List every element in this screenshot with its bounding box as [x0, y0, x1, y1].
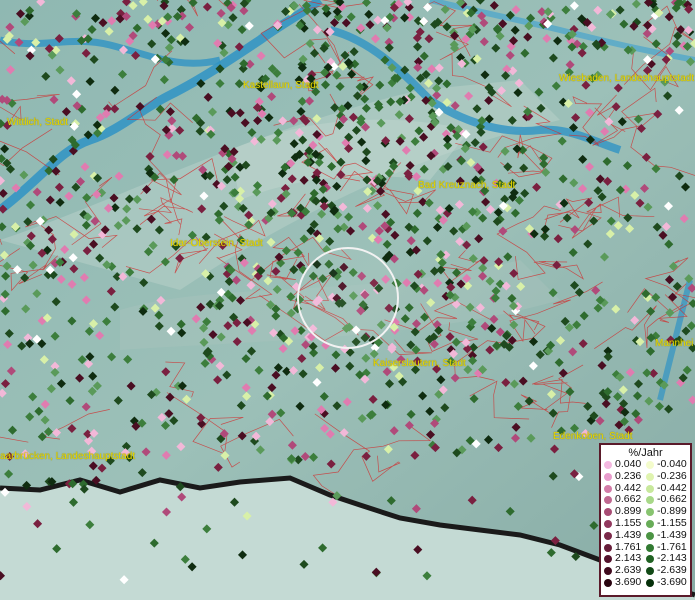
legend-swatch-negative: [646, 578, 654, 587]
legend-value-positive: 0.236: [615, 469, 642, 482]
legend-value-negative: -0.236: [657, 469, 687, 482]
place-label-wiesbaden: Wiesbaden, Landeshauptstadt: [559, 73, 695, 84]
place-label-bad-kreuznach: Bad Kreuznach, Stadt: [418, 180, 516, 191]
legend-rows: 0.040 -0.040 0.236 -0.236 0.442 -0.442 0.662 -0…: [601, 458, 690, 589]
map-canvas[interactable]: [0, 0, 695, 600]
place-label-saarbruecken: aarbrücken, Landeshauptstadt: [0, 451, 136, 462]
place-label-mannheim: Mannhei: [655, 338, 694, 349]
legend-row: 0.236 -0.236: [601, 469, 690, 483]
legend-swatch-positive: [604, 578, 612, 587]
selection-circle[interactable]: [297, 247, 399, 349]
legend-row: 1.155 -1.155: [601, 516, 690, 530]
legend-swatch-negative: [646, 567, 654, 576]
legend-swatch-positive: [604, 461, 612, 469]
place-label-wittlich: Wittlich, Stadt: [7, 117, 69, 128]
legend-swatch-negative: [646, 472, 654, 481]
legend-row: 1.439 -1.439: [601, 528, 690, 542]
legend-swatch-negative: [646, 461, 654, 469]
legend-value-negative: -3.690: [657, 575, 687, 588]
legend-swatch-negative: [646, 531, 654, 540]
legend-swatch-positive: [604, 555, 612, 564]
legend-swatch-positive: [604, 496, 612, 505]
legend-swatch-negative: [646, 543, 654, 552]
legend-swatch-negative: [646, 508, 654, 517]
legend-swatch-negative: [646, 555, 654, 564]
legend-swatch-positive: [604, 508, 612, 517]
legend-swatch-positive: [604, 543, 612, 552]
legend-swatch-positive: [604, 484, 612, 493]
map-legend: %/Jahr 0.040 -0.040 0.236 -0.236 0.442 -0.442…: [599, 443, 692, 597]
legend-value-positive: 1.439: [615, 528, 642, 541]
legend-value-negative: -1.155: [657, 516, 687, 529]
place-label-idar-oberstein: Idar-Oberstein, Stadt: [170, 238, 263, 249]
legend-swatch-positive: [604, 472, 612, 481]
place-label-edenkoben: Edenkoben, Stadt: [553, 431, 633, 442]
legend-swatch-negative: [646, 519, 654, 528]
legend-swatch-negative: [646, 484, 654, 493]
legend-value-positive: 3.690: [615, 575, 642, 588]
place-label-kaiserslautern: Kaiserslautern, Stadt: [373, 358, 466, 369]
place-label-kastellaun: Kastellaun, Stadt: [243, 80, 319, 91]
legend-value-positive: 1.155: [615, 516, 642, 529]
legend-swatch-positive: [604, 567, 612, 576]
legend-swatch-positive: [604, 531, 612, 540]
legend-swatch-negative: [646, 496, 654, 505]
legend-value-negative: -1.439: [657, 528, 687, 541]
legend-swatch-positive: [604, 519, 612, 528]
legend-row: 3.690 -3.690: [601, 575, 690, 589]
